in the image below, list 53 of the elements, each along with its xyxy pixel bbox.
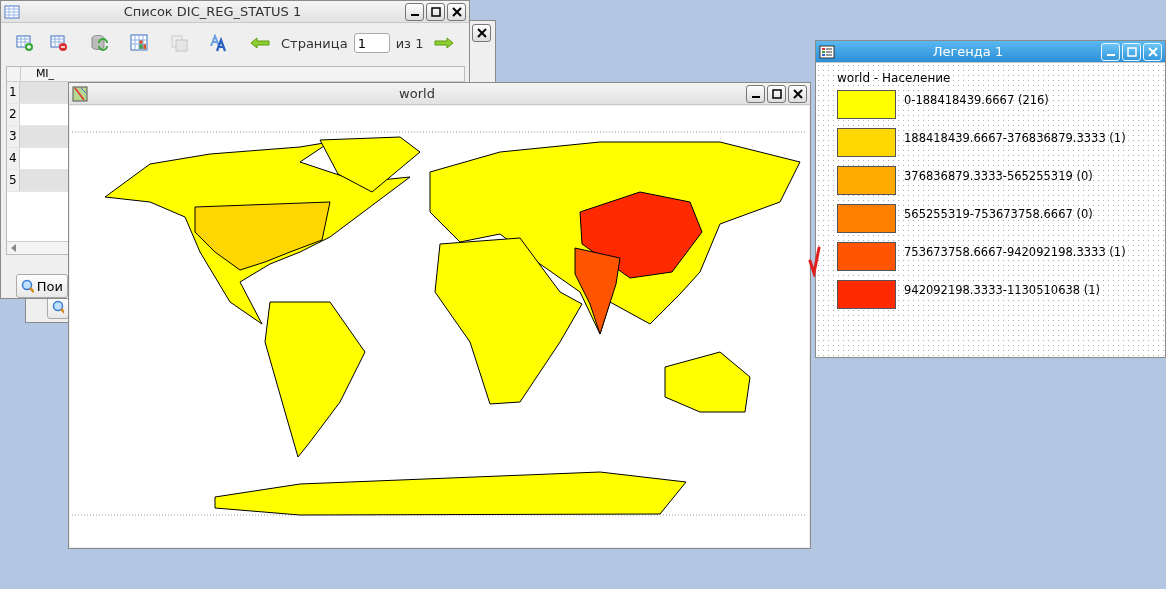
legend-label: 376836879.3333-565255319 (0) bbox=[904, 169, 1093, 183]
minimize-button[interactable] bbox=[746, 84, 765, 103]
row-header[interactable]: 2 bbox=[7, 104, 20, 126]
minimize-icon bbox=[1106, 54, 1115, 56]
page-field[interactable]: 1 bbox=[353, 33, 390, 54]
maximize-icon bbox=[1126, 46, 1137, 57]
close-icon bbox=[792, 88, 803, 99]
maximize-button[interactable] bbox=[767, 84, 786, 103]
minimize-icon bbox=[751, 96, 760, 98]
legend-heading: world - Население bbox=[837, 71, 952, 85]
legend-label: 942092198.3333-1130510638 (1) bbox=[904, 283, 1101, 297]
close-button[interactable] bbox=[472, 24, 491, 42]
map-icon bbox=[72, 85, 88, 102]
table-icon bbox=[4, 4, 20, 19]
maximize-icon bbox=[771, 88, 782, 99]
page-label: Страница bbox=[281, 35, 348, 51]
minimize-icon bbox=[410, 14, 419, 16]
maximize-icon bbox=[430, 6, 441, 17]
legend-label: 753673758.6667-942092198.3333 (1) bbox=[904, 245, 1126, 259]
legend-label: 188418439.6667-376836879.3333 (1) bbox=[904, 131, 1126, 145]
table-remove-icon bbox=[50, 34, 68, 53]
search-button[interactable]: Пои bbox=[16, 274, 68, 298]
horizontal-scrollbar[interactable] bbox=[7, 241, 68, 254]
scroll-left-icon bbox=[11, 244, 17, 252]
row-header[interactable]: 1 bbox=[7, 82, 20, 104]
page-total: из 1 bbox=[395, 35, 424, 51]
left-arrow-icon bbox=[250, 37, 270, 50]
legend-label: 565255319-753673758.6667 (0) bbox=[904, 207, 1093, 221]
check-mark-icon bbox=[808, 245, 822, 277]
copy-icon bbox=[170, 34, 188, 53]
close-button[interactable] bbox=[788, 84, 807, 103]
window-title: world bbox=[398, 86, 436, 101]
row-header[interactable]: 4 bbox=[7, 148, 20, 170]
column-header[interactable]: MI_ bbox=[21, 67, 69, 82]
search-icon bbox=[52, 300, 64, 314]
close-icon bbox=[1147, 46, 1158, 57]
window-title: Легенда 1 bbox=[931, 44, 1005, 59]
window-title: Список DIC_REG_STATUS 1 bbox=[122, 4, 303, 19]
database-refresh-icon bbox=[90, 34, 108, 53]
table-add-icon bbox=[16, 34, 34, 53]
search-icon bbox=[21, 279, 34, 293]
legend-icon bbox=[819, 44, 835, 59]
minimize-button[interactable] bbox=[405, 2, 424, 21]
close-icon bbox=[476, 28, 487, 38]
row-header[interactable]: 3 bbox=[7, 126, 20, 148]
maximize-button[interactable] bbox=[426, 2, 445, 21]
right-arrow-icon bbox=[434, 37, 455, 50]
font-icon bbox=[210, 34, 228, 53]
legend-label: 0-188418439.6667 (216) bbox=[904, 93, 1049, 107]
close-icon bbox=[451, 6, 462, 17]
row-header[interactable]: 5 bbox=[7, 170, 20, 192]
grid-icon bbox=[130, 34, 148, 53]
close-button[interactable] bbox=[447, 2, 466, 21]
